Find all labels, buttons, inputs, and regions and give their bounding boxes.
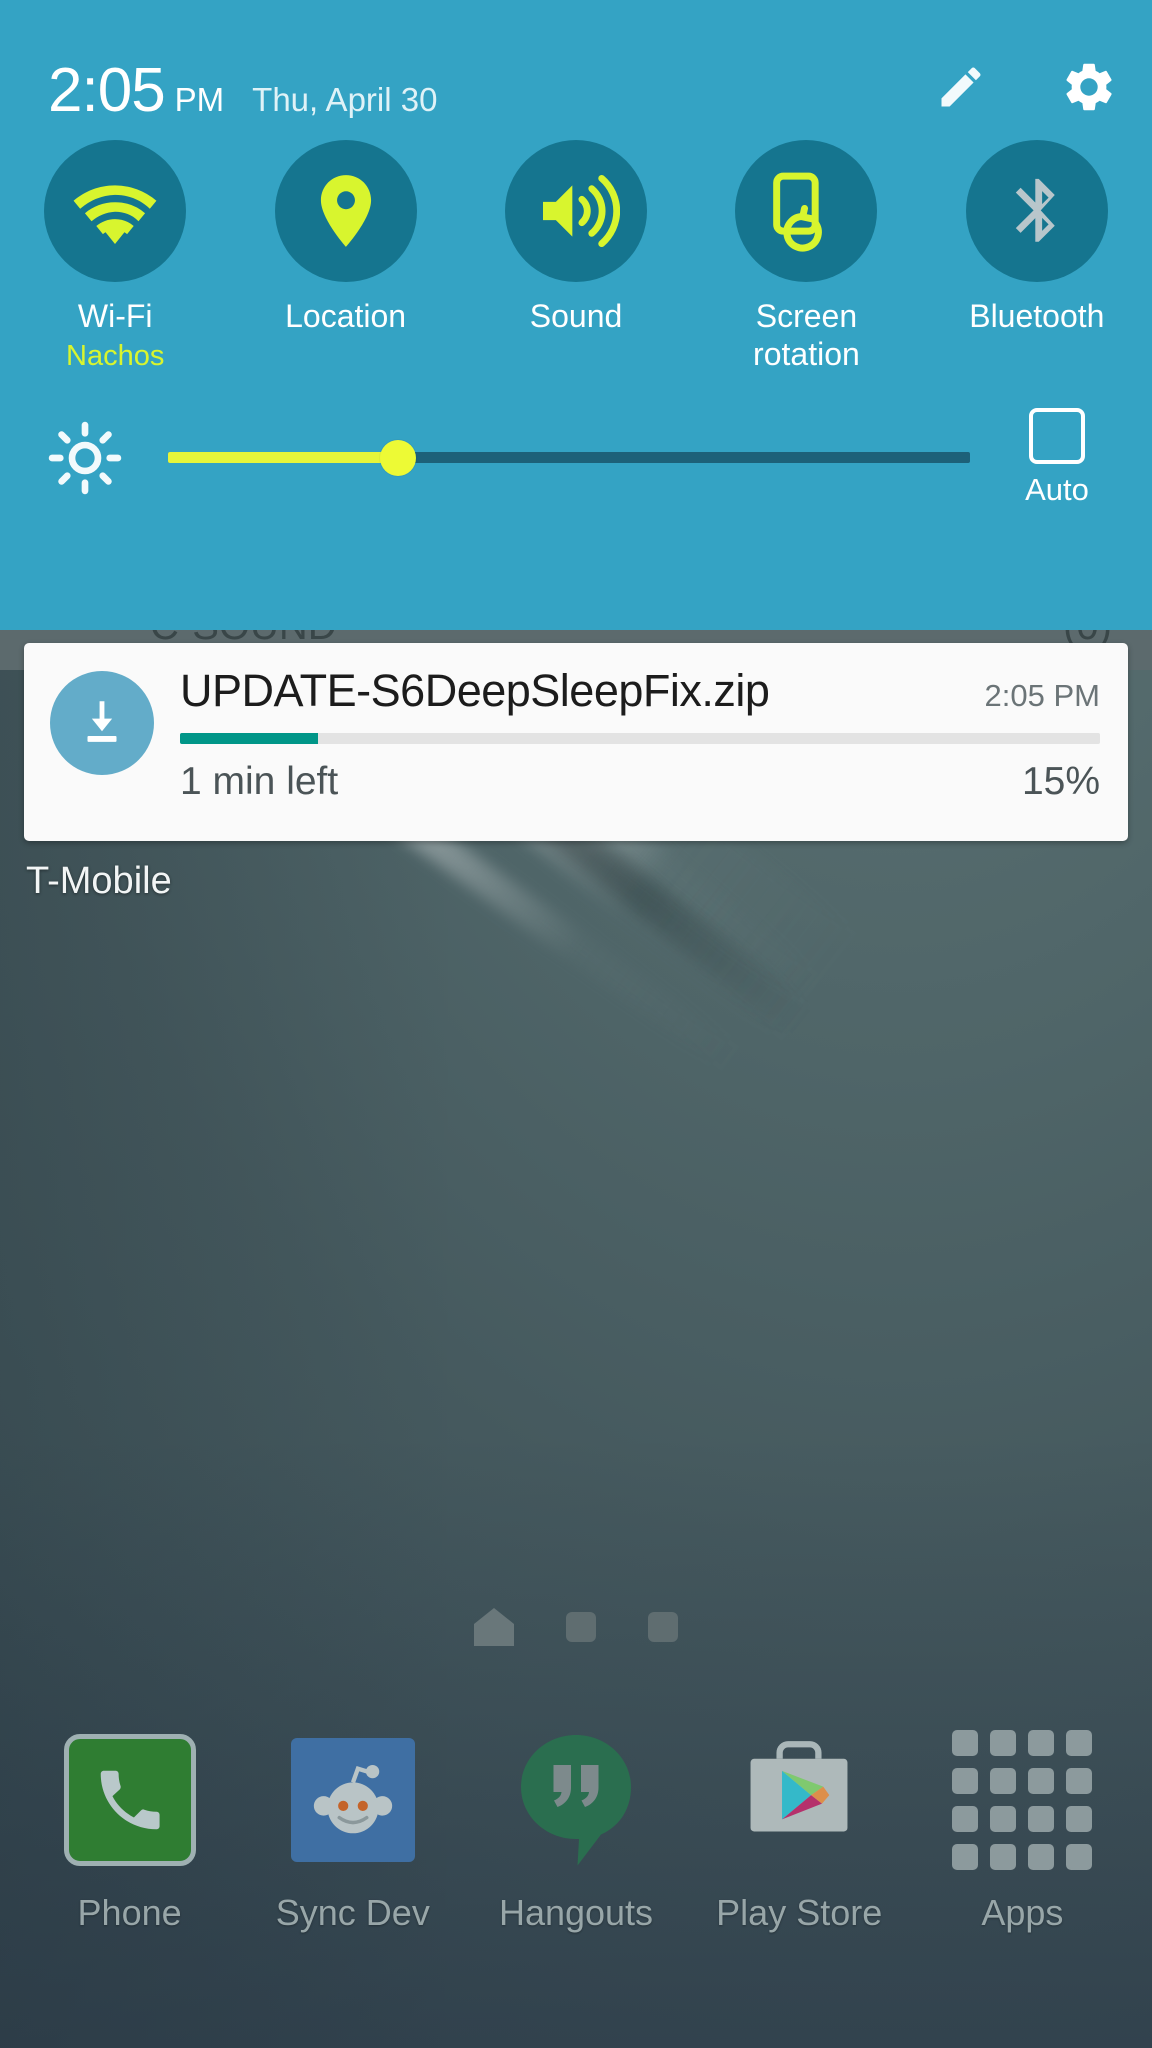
page-dot[interactable] xyxy=(648,1612,678,1642)
slider-fill xyxy=(168,452,398,463)
download-progress-bar xyxy=(180,733,1100,744)
play-store-icon xyxy=(729,1730,869,1870)
brightness-sun-icon xyxy=(40,420,130,496)
dock-item-play-store[interactable]: Play Store xyxy=(688,1730,911,1934)
dock-label: Apps xyxy=(981,1892,1064,1933)
quick-settings-toggles: Wi-Fi Nachos Location Sound Screen rotat… xyxy=(0,122,1152,374)
brightness-row: Auto xyxy=(0,374,1152,508)
toggle-label: Screen rotation xyxy=(753,298,860,374)
page-indicator xyxy=(0,1608,1152,1646)
toggle-label: Wi-Fi xyxy=(77,298,153,334)
toggle-sound[interactable]: Sound xyxy=(461,140,691,374)
toggle-label: Location xyxy=(285,298,407,334)
auto-brightness-toggle[interactable]: Auto xyxy=(992,407,1122,508)
notification-footer: 1 min left 15% xyxy=(180,760,1100,804)
dock-item-apps[interactable]: Apps xyxy=(911,1730,1134,1934)
toggle-label: Bluetooth xyxy=(969,298,1105,334)
auto-label: Auto xyxy=(1025,471,1089,507)
toggle-sublabel: Nachos xyxy=(66,339,165,372)
dock-item-phone[interactable]: Phone xyxy=(18,1730,241,1934)
header-actions xyxy=(932,58,1118,122)
toggle-screen-rotation[interactable]: Screen rotation xyxy=(691,140,921,374)
screen-rotation-icon xyxy=(735,140,878,282)
page-dot[interactable] xyxy=(566,1612,596,1642)
dock-label: Hangouts xyxy=(498,1892,654,1933)
status-bar: 2:05 PM Thu, April 30 xyxy=(0,0,1152,122)
notification-body: UPDATE-S6DeepSleepFix.zip 2:05 PM 1 min … xyxy=(180,665,1100,804)
clock: 2:05 PM Thu, April 30 xyxy=(48,60,932,122)
bluetooth-icon xyxy=(965,140,1108,282)
dock: Phone Sync Dev Hangouts Play Store Apps xyxy=(0,1730,1152,1934)
reddit-alien-icon xyxy=(283,1730,423,1870)
toggle-label-line2: rotation xyxy=(753,335,860,372)
wifi-icon xyxy=(44,140,187,282)
toggle-wifi[interactable]: Wi-Fi Nachos xyxy=(0,140,230,374)
hangouts-icon xyxy=(506,1730,646,1870)
download-notification-card[interactable]: UPDATE-S6DeepSleepFix.zip 2:05 PM 1 min … xyxy=(24,643,1128,841)
download-icon xyxy=(50,671,154,775)
dock-label: Phone xyxy=(77,1892,182,1933)
dock-item-hangouts[interactable]: Hangouts xyxy=(464,1730,687,1934)
brightness-slider[interactable] xyxy=(130,428,992,488)
checkbox-icon[interactable] xyxy=(1029,407,1085,464)
toggle-label-line1: Screen xyxy=(755,298,858,334)
speaker-icon xyxy=(505,140,648,282)
toggle-bluetooth[interactable]: Bluetooth xyxy=(922,140,1152,374)
clock-time: 2:05 xyxy=(48,56,166,125)
dock-label: Sync Dev xyxy=(275,1892,430,1933)
time-remaining: 1 min left xyxy=(180,760,339,803)
home-page-icon[interactable] xyxy=(474,1608,514,1646)
slider-thumb[interactable] xyxy=(380,439,416,476)
notification-title: UPDATE-S6DeepSleepFix.zip xyxy=(180,665,770,716)
progress-percent: 15% xyxy=(1021,760,1100,803)
notification-header: UPDATE-S6DeepSleepFix.zip 2:05 PM xyxy=(180,665,1100,717)
location-pin-icon xyxy=(274,140,417,282)
pencil-icon[interactable] xyxy=(932,58,990,116)
carrier-label: T-Mobile xyxy=(26,860,172,902)
toggle-location[interactable]: Location xyxy=(230,140,460,374)
apps-grid-icon xyxy=(952,1730,1093,1870)
notification-panel: 2:05 PM Thu, April 30 Wi-Fi Nachos Locat… xyxy=(0,0,1152,630)
notification-time: 2:05 PM xyxy=(984,678,1100,713)
gear-icon[interactable] xyxy=(1060,58,1118,116)
phone-icon xyxy=(60,1730,200,1870)
clock-date: Thu, April 30 xyxy=(252,81,438,118)
toggle-label: Sound xyxy=(529,298,623,334)
progress-fill xyxy=(180,733,318,744)
dock-label: Play Store xyxy=(716,1892,883,1933)
clock-ampm: PM xyxy=(174,81,225,118)
dock-item-sync-dev[interactable]: Sync Dev xyxy=(241,1730,464,1934)
